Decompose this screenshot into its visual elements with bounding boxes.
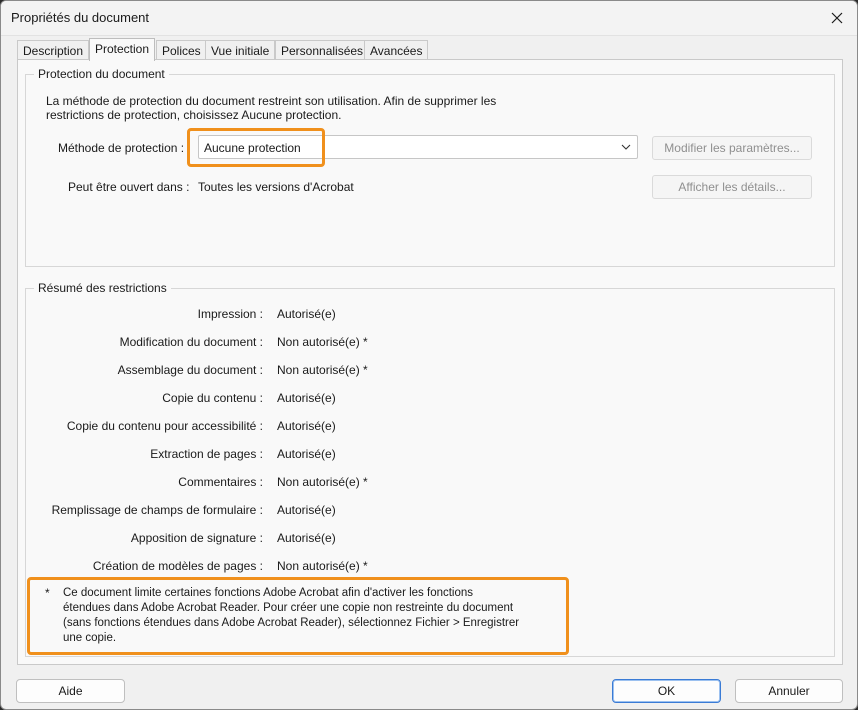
- protection-description-line1: La méthode de protection du document res…: [46, 94, 497, 108]
- tab-label: Protection: [95, 42, 150, 56]
- close-button[interactable]: [817, 1, 857, 35]
- restriction-value: Autorisé(e): [277, 419, 336, 433]
- ok-button[interactable]: OK: [612, 679, 721, 703]
- group-legend: Protection du document: [34, 67, 169, 81]
- restriction-value: Autorisé(e): [277, 447, 336, 461]
- cancel-button[interactable]: Annuler: [735, 679, 843, 703]
- tab-label: Description: [23, 44, 84, 58]
- show-details-button[interactable]: Afficher les détails...: [652, 175, 812, 199]
- restriction-label: Copie du contenu pour accessibilité :: [66, 419, 263, 433]
- tab-avancees[interactable]: Avancées: [364, 40, 429, 59]
- restriction-value: Autorisé(e): [277, 391, 336, 405]
- tab-label: Personnalisées: [281, 44, 364, 58]
- tab-description[interactable]: Description: [17, 40, 90, 59]
- button-label: Aide: [58, 684, 83, 698]
- restrictions-note: Ce document limite certaines fonctions A…: [63, 586, 543, 646]
- close-icon: [831, 12, 843, 24]
- dialog-title: Propriétés du document: [11, 10, 150, 25]
- protection-method-label: Méthode de protection :: [58, 141, 185, 155]
- restriction-value: Autorisé(e): [277, 503, 336, 517]
- protection-method-value: Aucune protection: [204, 141, 301, 155]
- tab-label: Avancées: [370, 44, 423, 58]
- help-button[interactable]: Aide: [16, 679, 125, 703]
- tab-personnalisees[interactable]: Personnalisées: [275, 40, 370, 59]
- note-line: Ce document limite certaines fonctions A…: [63, 587, 474, 599]
- tab-label: Vue initiale: [211, 44, 270, 58]
- restriction-label: Création de modèles de pages :: [92, 559, 263, 573]
- restriction-label: Commentaires :: [178, 475, 263, 489]
- note-marker: *: [45, 586, 50, 600]
- title-bar: Propriétés du document: [1, 1, 857, 36]
- restriction-label: Assemblage du document :: [117, 363, 263, 377]
- restriction-value: Non autorisé(e) *: [277, 335, 368, 349]
- note-line: une copie.: [63, 632, 117, 644]
- tab-vue-initiale[interactable]: Vue initiale: [205, 40, 276, 59]
- button-label: Modifier les paramètres...: [664, 141, 800, 155]
- open-in-value: Toutes les versions d'Acrobat: [198, 180, 354, 194]
- restriction-value: Non autorisé(e) *: [277, 559, 368, 573]
- restriction-value: Non autorisé(e) *: [277, 475, 368, 489]
- button-label: Afficher les détails...: [678, 180, 786, 194]
- note-line: étendues dans Adobe Acrobat Reader. Pour…: [63, 602, 514, 614]
- restriction-label: Extraction de pages :: [150, 447, 263, 461]
- document-properties-dialog: Propriétés du document Description Prote…: [0, 0, 858, 710]
- note-line: (sans fonctions étendues dans Adobe Acro…: [63, 617, 520, 629]
- group-legend: Résumé des restrictions: [34, 281, 171, 295]
- button-label: Annuler: [768, 684, 810, 698]
- restriction-label: Impression :: [197, 307, 263, 321]
- restriction-label: Modification du document :: [119, 335, 263, 349]
- restriction-value: Non autorisé(e) *: [277, 363, 368, 377]
- button-label: OK: [657, 684, 676, 698]
- restriction-label: Apposition de signature :: [130, 531, 263, 545]
- tab-protection[interactable]: Protection: [89, 38, 156, 61]
- restriction-value: Autorisé(e): [277, 531, 336, 545]
- open-in-label: Peut être ouvert dans :: [68, 180, 190, 194]
- tab-label: Polices: [162, 44, 201, 58]
- tab-polices[interactable]: Polices: [156, 40, 207, 59]
- restriction-value: Autorisé(e): [277, 307, 336, 321]
- chevron-down-icon: [621, 144, 631, 150]
- protection-method-select[interactable]: Aucune protection: [198, 135, 638, 159]
- restriction-label: Copie du contenu :: [162, 391, 263, 405]
- modify-settings-button[interactable]: Modifier les paramètres...: [652, 136, 812, 160]
- protection-description-line2: restrictions de protection, choisissez A…: [46, 108, 342, 122]
- restriction-label: Remplissage de champs de formulaire :: [51, 503, 263, 517]
